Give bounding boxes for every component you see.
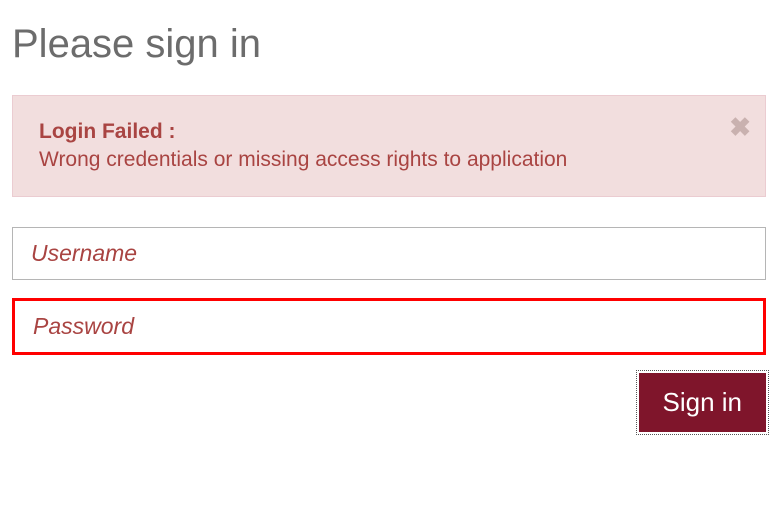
signin-button[interactable]: Sign in (639, 373, 767, 432)
password-input[interactable] (15, 301, 763, 352)
password-input-wrapper (12, 298, 766, 355)
button-row: Sign in (12, 373, 766, 432)
username-input[interactable] (12, 227, 766, 280)
alert-message: Wrong credentials or missing access righ… (39, 148, 725, 172)
close-icon[interactable]: ✖ (729, 114, 751, 140)
page-title: Please sign in (12, 22, 766, 67)
alert-title: Login Failed : (39, 120, 725, 144)
login-failed-alert: Login Failed : Wrong credentials or miss… (12, 95, 766, 197)
